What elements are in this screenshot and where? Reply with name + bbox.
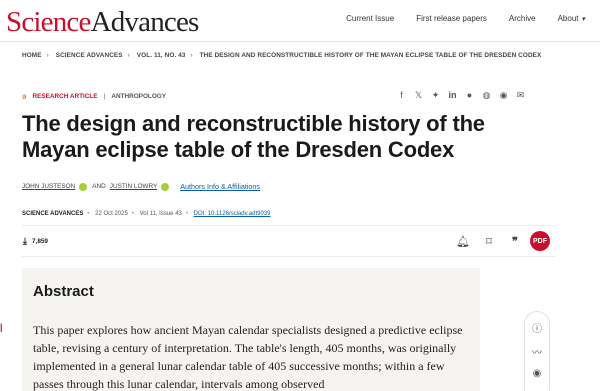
facebook-icon[interactable]: f — [393, 90, 410, 101]
share-bar: f 𝕏 ✦ in ● ◍ ◉ ✉ — [393, 90, 529, 101]
downloads-value: 7,859 — [31, 238, 48, 245]
author-joiner: AND — [92, 183, 106, 190]
quote-icon[interactable]: ❞ — [502, 235, 528, 248]
email-icon[interactable]: ✉ — [512, 90, 529, 101]
doi-link[interactable]: DOI: 10.1126/sciadv.adt9039 — [194, 211, 271, 217]
nav-archive[interactable]: Archive — [509, 14, 536, 23]
info-icon[interactable]: ⓘ — [525, 320, 549, 335]
top-nav: Current Issue First release papers Archi… — [324, 14, 585, 23]
article-title: The design and reconstructible history o… — [22, 111, 485, 162]
bluesky-icon[interactable]: ✦ — [427, 90, 444, 101]
abstract-heading: Abstract — [33, 283, 94, 300]
journal-name: SCIENCE ADVANCES — [22, 211, 84, 217]
article-meta: ə RESEARCH ARTICLE | ANTHROPOLOGY — [22, 92, 166, 101]
nav-about-label: About — [557, 14, 579, 23]
nav-current-issue[interactable]: Current Issue — [346, 14, 394, 23]
logo-science: Science — [6, 6, 91, 38]
separator: | — [103, 93, 106, 100]
abstract-section: Abstract This paper explores how ancient… — [22, 268, 480, 391]
chevron-right-icon: › — [190, 52, 193, 59]
reddit-icon[interactable]: ● — [461, 90, 478, 101]
volume-issue[interactable]: Vol 11, Issue 43 — [140, 211, 182, 217]
site-logo[interactable]: ScienceAdvances — [6, 5, 199, 39]
article-subject[interactable]: ANTHROPOLOGY — [111, 93, 166, 100]
nav-first-release[interactable]: First release papers — [416, 14, 487, 23]
wechat-icon[interactable]: ◍ — [478, 90, 495, 101]
floating-tool-rail: ⓘ 〰 ◉ — [524, 311, 550, 391]
view-icon[interactable]: ◉ — [525, 368, 549, 379]
author-list: JOHN JUSTESON AND JUSTIN LOWRY Authors I… — [22, 182, 260, 191]
chevron-right-icon: › — [46, 52, 49, 59]
author-name[interactable]: JUSTIN LOWRY — [110, 183, 157, 190]
nav-about[interactable]: About ▾ — [558, 14, 585, 23]
publication-info: SCIENCE ADVANCES • 22 Oct 2025 • Vol 11, I… — [22, 211, 271, 217]
article-type: RESEARCH ARTICLE — [32, 93, 98, 100]
abstract-text: This paper explores how ancient Mayan ca… — [33, 323, 463, 391]
pdf-button[interactable]: PDF — [530, 231, 550, 251]
chevron-down-icon: ▾ — [581, 16, 585, 23]
logo-advances: Advances — [90, 6, 200, 38]
publication-date: 22 Oct 2025 — [95, 211, 128, 217]
chevron-right-icon: › — [127, 52, 130, 59]
breadcrumb-issue[interactable]: VOL. 11, NO. 43 — [137, 52, 186, 59]
breadcrumb-article: THE DESIGN AND RECONSTRUCTIBLE HISTORY O… — [199, 52, 542, 59]
orcid-icon[interactable] — [161, 182, 170, 191]
linkedin-icon[interactable]: in — [444, 90, 461, 101]
breadcrumb-home[interactable]: HOME — [22, 52, 42, 59]
downloads-count: ⤓ 7,859 — [23, 236, 48, 247]
bookmark-icon[interactable]: ⌑ — [476, 235, 502, 248]
x-icon[interactable]: 𝕏 — [410, 90, 427, 101]
bell-icon[interactable]: 🔔︎ — [450, 235, 476, 248]
divider — [22, 225, 555, 226]
chat-icon[interactable]: ◉ — [495, 90, 512, 101]
author-name[interactable]: JOHN JUSTESON — [22, 183, 75, 190]
breadcrumb-journal[interactable]: SCIENCE ADVANCES — [56, 52, 123, 59]
divider — [22, 256, 555, 257]
orcid-icon[interactable] — [79, 182, 88, 191]
download-icon: ⤓ — [23, 236, 27, 246]
breadcrumb: HOME › SCIENCE ADVANCES › VOL. 11, NO. 43 ›… — [22, 52, 541, 59]
section-marker: | — [0, 322, 3, 332]
header-divider — [0, 41, 600, 42]
metrics-icon[interactable]: 〰 — [525, 344, 549, 359]
affiliations-link[interactable]: Authors Info & Affiliations — [180, 182, 260, 191]
article-actions: 🔔︎ ⌑ ❞ PDF — [450, 231, 550, 251]
open-access-icon: ə — [22, 92, 27, 101]
